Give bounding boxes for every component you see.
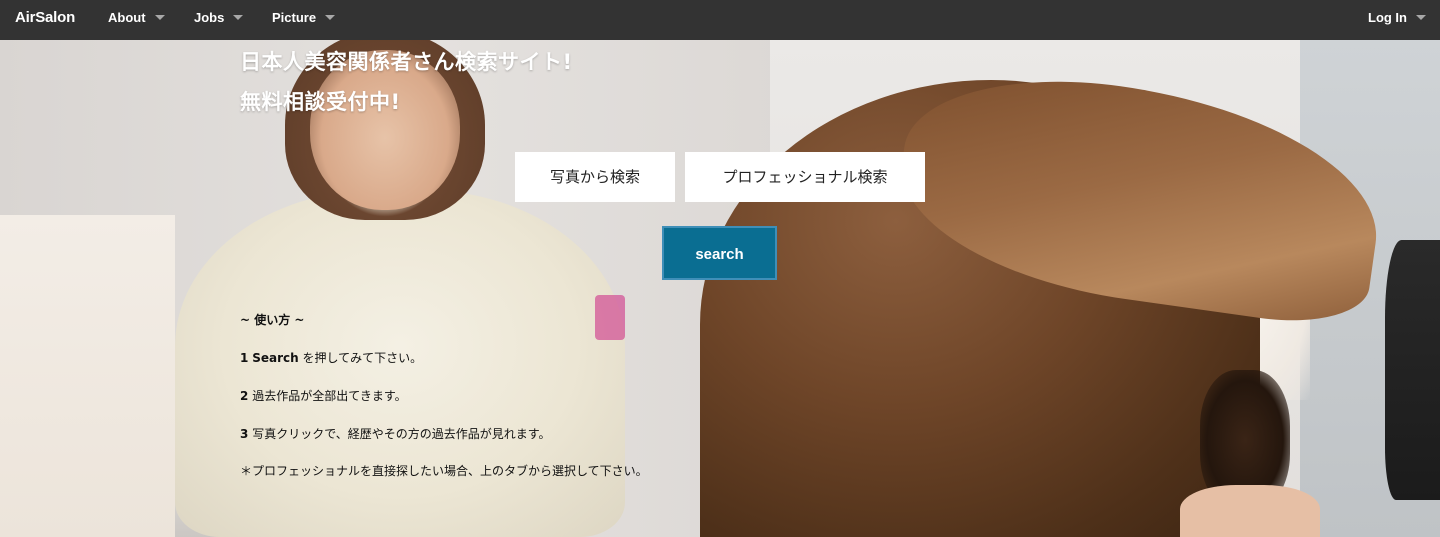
nav-picture[interactable]: Picture — [272, 0, 336, 40]
nav-picture-label: Picture — [272, 10, 317, 25]
headline-line-1: 日本人美容関係者さん検索サイト! — [240, 50, 573, 74]
chevron-down-icon — [154, 15, 165, 21]
top-navbar: AirSalon About Jobs Picture Log In — [0, 0, 1440, 40]
salon-chair — [1385, 240, 1440, 500]
howto-step-2: 2 過去作品が全部出てきます。 — [240, 387, 407, 404]
search-button[interactable]: search — [662, 226, 777, 280]
howto-step-1: 1 Search を押してみて下さい。 — [240, 349, 422, 366]
chevron-down-icon — [233, 15, 244, 21]
salon-panel — [0, 215, 175, 537]
howto-step-number: 1 — [240, 351, 249, 365]
howto-step-text: 写真クリックで、経歴やその方の過去作品が見れます。 — [252, 427, 551, 441]
nav-jobs-label: Jobs — [194, 10, 225, 25]
howto-step-number: 3 — [240, 427, 249, 441]
nav-about-label: About — [108, 10, 146, 25]
stylist-hand — [1180, 485, 1320, 537]
nav-jobs[interactable]: Jobs — [194, 0, 244, 40]
howto-note: ＊プロフェッショナルを直接探したい場合、上のタブから選択して下さい。 — [240, 464, 648, 478]
howto-step-text: を押してみて下さい。 — [298, 351, 423, 365]
chevron-down-icon — [1416, 15, 1426, 21]
professional-search-button[interactable]: プロフェッショナル検索 — [685, 152, 925, 202]
howto-step-text: 過去作品が全部出てきます。 — [252, 389, 407, 403]
howto-title: ~ 使い方 ~ — [240, 313, 305, 327]
hero-background-image — [0, 40, 1440, 537]
howto-step-number: 2 — [240, 389, 249, 403]
howto-step-keyword: Search — [252, 351, 299, 365]
chevron-down-icon — [325, 15, 336, 21]
howto-step-3: 3 写真クリックで、経歴やその方の過去作品が見れます。 — [240, 425, 551, 442]
nav-about[interactable]: About — [108, 0, 165, 40]
pink-object — [595, 295, 625, 340]
headline-line-2: 無料相談受付中! — [240, 90, 401, 114]
photo-search-button[interactable]: 写真から検索 — [515, 152, 675, 202]
nav-login[interactable]: Log In — [1368, 0, 1426, 40]
brand-logo[interactable]: AirSalon — [15, 0, 75, 40]
nav-login-label: Log In — [1368, 10, 1407, 25]
